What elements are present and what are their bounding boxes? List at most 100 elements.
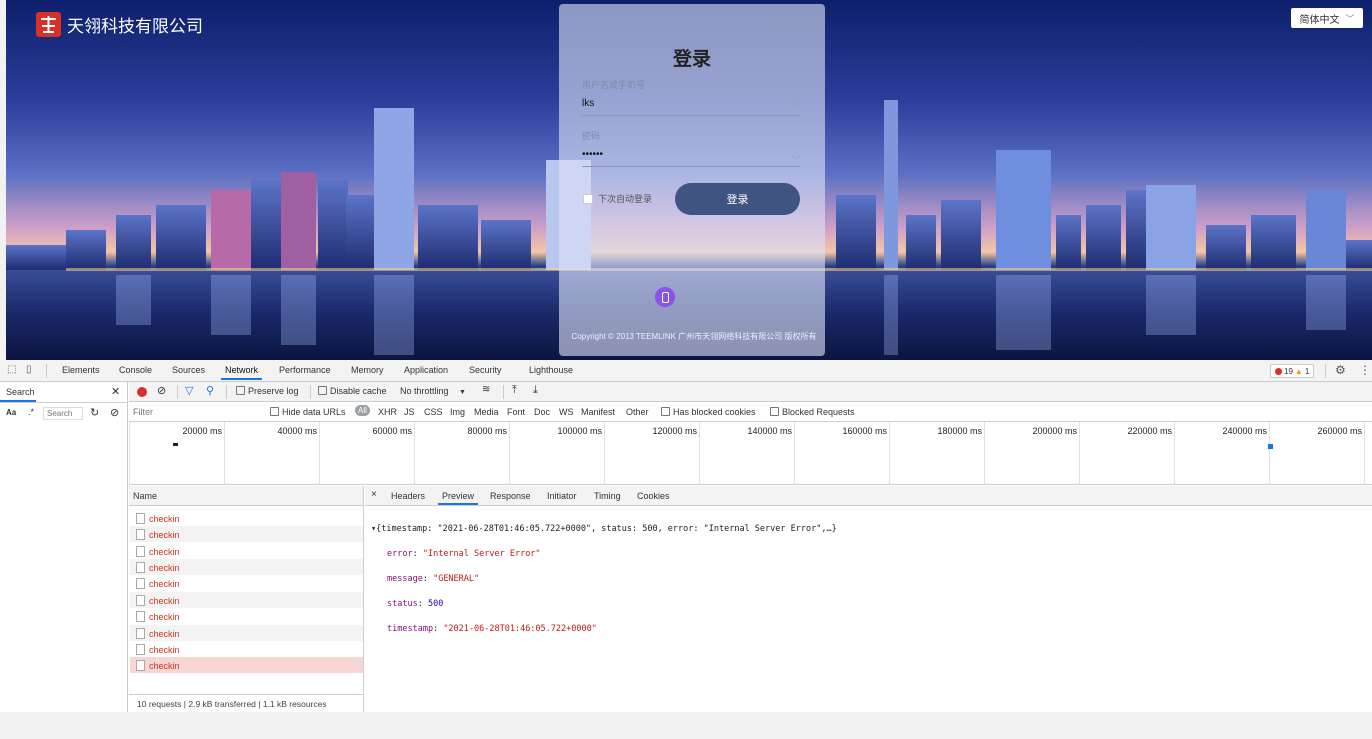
timeline-bar xyxy=(1268,444,1273,449)
request-list: Name checkin checkin checkin checkin che… xyxy=(129,486,364,712)
clear-search-icon[interactable]: ⊘ xyxy=(110,406,119,419)
tab-security[interactable]: Security xyxy=(469,365,502,375)
file-icon xyxy=(136,611,145,622)
error-icon xyxy=(1275,367,1282,375)
tick-label: 200000 ms xyxy=(1032,426,1077,436)
tab-initiator[interactable]: Initiator xyxy=(547,491,577,501)
password-input[interactable]: •••••• ◡ xyxy=(582,149,800,167)
json-summary[interactable]: ▾{timestamp: "2021-06-28T01:46:05.722+00… xyxy=(371,523,837,536)
request-row[interactable]: checkin xyxy=(130,510,363,526)
tab-elements[interactable]: Elements xyxy=(62,365,100,375)
tab-memory[interactable]: Memory xyxy=(351,365,384,375)
tick-label: 180000 ms xyxy=(937,426,982,436)
import-har-icon[interactable]: ⤒ xyxy=(512,384,517,397)
search-icon[interactable]: ⚲ xyxy=(206,384,214,397)
name-column-header[interactable]: Name xyxy=(129,486,363,506)
filter-icon[interactable]: ▽ xyxy=(185,384,193,397)
tick-label: 260000 ms xyxy=(1317,426,1362,436)
request-summary: 10 requests | 2.9 kB transferred | 1.1 k… xyxy=(129,694,363,712)
tab-network[interactable]: Network xyxy=(220,365,263,380)
remember-me-checkbox[interactable]: 下次自动登录 xyxy=(583,192,652,205)
tab-cookies[interactable]: Cookies xyxy=(637,491,670,501)
clear-icon[interactable]: ⊘ xyxy=(157,384,166,397)
file-icon xyxy=(136,546,145,557)
request-detail-pane: × Headers Preview Response Initiator Tim… xyxy=(365,486,1372,712)
username-input[interactable]: lks ⊗ xyxy=(582,98,800,116)
network-conditions-icon[interactable]: ≋ xyxy=(482,384,490,395)
filter-type-ws[interactable]: WS xyxy=(559,407,574,417)
refresh-icon[interactable]: ↻ xyxy=(90,406,99,419)
inspect-element-icon[interactable]: ⬚ xyxy=(7,364,16,375)
tab-performance[interactable]: Performance xyxy=(279,365,331,375)
preserve-log-checkbox[interactable]: Preserve log xyxy=(236,386,299,396)
record-icon[interactable] xyxy=(137,387,147,397)
device-toolbar-icon[interactable]: ▯ xyxy=(26,364,32,375)
request-row[interactable]: checkin xyxy=(130,641,363,657)
tick-label: 80000 ms xyxy=(467,426,507,436)
remember-me-label: 下次自动登录 xyxy=(598,194,653,204)
filter-input[interactable]: Filter xyxy=(133,407,259,417)
tick-label: 60000 ms xyxy=(372,426,412,436)
request-row[interactable]: checkin xyxy=(130,559,363,575)
filter-type-font[interactable]: Font xyxy=(507,407,525,417)
match-case-toggle[interactable]: Aa xyxy=(6,408,16,417)
filter-type-css[interactable]: CSS xyxy=(424,407,443,417)
file-icon xyxy=(136,529,145,540)
close-icon[interactable]: ✕ xyxy=(111,385,120,398)
file-icon xyxy=(136,644,145,655)
filter-type-js[interactable]: JS xyxy=(404,407,415,417)
login-card: 登录 用户名或手机号 lks ⊗ 密码 •••••• ◡ 下次自动登录 登录 C… xyxy=(559,4,825,356)
login-button[interactable]: 登录 xyxy=(675,183,800,215)
settings-gear-icon[interactable]: ⚙ xyxy=(1335,363,1346,377)
request-row[interactable]: checkin xyxy=(130,526,363,542)
eye-icon[interactable]: ◡ xyxy=(791,149,800,160)
mobile-app-icon[interactable] xyxy=(655,287,675,307)
json-preview: ▾{timestamp: "2021-06-28T01:46:05.722+00… xyxy=(371,510,837,660)
file-icon xyxy=(136,628,145,639)
tab-timing[interactable]: Timing xyxy=(594,491,621,501)
blocked-requests-checkbox[interactable]: Blocked Requests xyxy=(770,407,855,417)
clear-icon[interactable]: ⊗ xyxy=(792,98,800,109)
filter-type-manifest[interactable]: Manifest xyxy=(581,407,615,417)
export-har-icon[interactable]: ⤓ xyxy=(533,384,538,397)
request-row[interactable]: checkin xyxy=(130,575,363,591)
more-options-icon[interactable]: ⋮ xyxy=(1359,363,1371,377)
checkbox-box[interactable] xyxy=(583,193,593,204)
password-label: 密码 xyxy=(582,131,601,141)
filter-type-xhr[interactable]: XHR xyxy=(378,407,397,417)
tab-sources[interactable]: Sources xyxy=(172,365,205,375)
dropdown-arrow-icon: ▼ xyxy=(459,389,466,396)
filter-type-media[interactable]: Media xyxy=(474,407,499,417)
tab-headers[interactable]: Headers xyxy=(391,491,425,501)
filter-type-img[interactable]: Img xyxy=(450,407,465,417)
filter-type-other[interactable]: Other xyxy=(626,407,649,417)
brand[interactable]: 天翎科技有限公司 xyxy=(36,12,203,37)
tab-response[interactable]: Response xyxy=(490,491,531,501)
regex-toggle[interactable]: .* xyxy=(28,407,34,417)
language-select[interactable]: 简体中文 ﹀ xyxy=(1291,8,1363,28)
tab-lighthouse[interactable]: Lighthouse xyxy=(529,365,573,375)
hide-data-urls-checkbox[interactable]: Hide data URLs xyxy=(270,407,346,417)
tab-application[interactable]: Application xyxy=(404,365,448,375)
close-detail-icon[interactable]: × xyxy=(371,489,377,500)
throttling-select[interactable]: No throttling ▼ xyxy=(400,386,466,396)
request-row[interactable]: checkin xyxy=(130,543,363,559)
request-row[interactable]: checkin xyxy=(130,608,363,624)
search-input[interactable]: Search xyxy=(43,407,83,420)
filter-bar: Filter Hide data URLs All XHR JS CSS Img… xyxy=(129,402,1372,422)
file-icon xyxy=(136,595,145,606)
request-row-selected[interactable]: checkin xyxy=(130,657,363,673)
issues-badge[interactable]: 19 ▲ 1 xyxy=(1270,364,1315,378)
search-pane: Search ✕ Aa .* Search ↻ ⊘ xyxy=(0,382,128,712)
file-icon xyxy=(136,660,145,671)
language-selected: 简体中文 xyxy=(1299,14,1340,26)
filter-type-doc[interactable]: Doc xyxy=(534,407,550,417)
tab-console[interactable]: Console xyxy=(119,365,152,375)
filter-type-all[interactable]: All xyxy=(355,405,370,416)
has-blocked-cookies-checkbox[interactable]: Has blocked cookies xyxy=(661,407,756,417)
tab-preview[interactable]: Preview xyxy=(437,491,479,505)
network-overview-timeline[interactable]: 20000 ms 40000 ms 60000 ms 80000 ms 1000… xyxy=(129,422,1372,485)
request-row[interactable]: checkin xyxy=(130,592,363,608)
request-row[interactable]: checkin xyxy=(130,625,363,641)
disable-cache-checkbox[interactable]: Disable cache xyxy=(318,386,387,396)
